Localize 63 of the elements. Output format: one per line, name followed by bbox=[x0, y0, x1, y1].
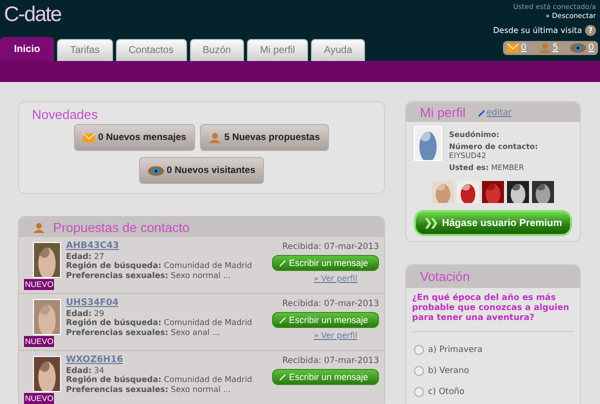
new-badge: NUEVO bbox=[24, 279, 54, 290]
age-text: Edad: 34 bbox=[66, 366, 106, 375]
nav-tab[interactable]: Mi perfil bbox=[246, 39, 308, 61]
person-icon bbox=[538, 43, 551, 53]
profile-name-link[interactable]: UHS34F04 bbox=[66, 299, 272, 308]
option-label[interactable]: a) Primavera bbox=[428, 345, 483, 355]
received-date: Recibida: 07-mar-2013 bbox=[282, 356, 379, 366]
new-badge: NUEVO bbox=[24, 393, 54, 404]
write-message-button[interactable]: Escribir un mensaje bbox=[272, 312, 379, 328]
person-icon bbox=[33, 222, 45, 232]
premium-button[interactable]: ❯❯ Hágase usuario Premium bbox=[414, 210, 572, 236]
pencil-icon bbox=[279, 373, 287, 381]
pencil-icon bbox=[279, 316, 287, 324]
view-profile-link[interactable]: » Ver perfil bbox=[314, 274, 358, 283]
eye-icon bbox=[570, 43, 586, 53]
preferences-text: Preferencias sexuales: Sexo anal ... bbox=[66, 328, 221, 337]
eye-icon bbox=[148, 166, 164, 176]
radio-button[interactable] bbox=[414, 345, 424, 355]
option-label[interactable]: b) Verano bbox=[428, 366, 470, 376]
new-badge: NUEVO bbox=[24, 336, 54, 347]
preferences-text: Preferencias sexuales: Sexo normal ... bbox=[66, 270, 232, 280]
chevron-icon: ❯❯ bbox=[424, 217, 436, 229]
counter-link[interactable]: 0 bbox=[588, 43, 594, 53]
radio-button[interactable] bbox=[414, 366, 424, 376]
nav-tab[interactable]: Buzón bbox=[190, 39, 244, 61]
logo[interactable]: C-date bbox=[2, 0, 62, 36]
news-button[interactable]: 0 Nuevos mensajes bbox=[74, 124, 196, 151]
poll-question: ¿En qué época del año es más probable que conozcas a alguien para tener una aventura? bbox=[412, 293, 574, 332]
profile-name-link[interactable]: WXOZ6H16 bbox=[66, 356, 272, 366]
nav-tab[interactable]: Inicio bbox=[0, 37, 54, 61]
panel-title: Votación bbox=[420, 269, 470, 284]
profile-name-link[interactable]: AHB43C43 bbox=[66, 242, 272, 252]
person-icon bbox=[209, 132, 222, 142]
news-button[interactable]: 0 Nuevos visitantes bbox=[138, 157, 264, 184]
envelope-icon bbox=[83, 132, 96, 142]
counter-link[interactable]: 5 bbox=[552, 43, 558, 53]
region-text: Región de búsqueda: Comunidad de Madrid bbox=[66, 261, 254, 270]
panel-title: Novedades bbox=[32, 107, 99, 122]
age-text: Edad: 27 bbox=[66, 252, 106, 261]
nav-tab[interactable]: Ayuda bbox=[310, 39, 366, 61]
received-date: Recibida: 07-mar-2013 bbox=[282, 242, 379, 252]
envelope-icon bbox=[506, 43, 519, 53]
nav-tab[interactable]: Contactos bbox=[116, 39, 187, 61]
region-text: Región de búsqueda: Comunidad de Madrid bbox=[66, 375, 254, 384]
preferences-text: Preferencias sexuales: Sexo normal ... bbox=[66, 384, 232, 394]
radio-button[interactable] bbox=[414, 387, 424, 397]
panel-title: Propuestas de contacto bbox=[53, 220, 190, 235]
age-text: Edad: 29 bbox=[66, 308, 106, 318]
news-button[interactable]: 5 Nuevas propuestas bbox=[200, 124, 329, 151]
pencil-icon bbox=[279, 259, 287, 267]
edit-link[interactable]: editar bbox=[478, 108, 512, 118]
pencil-icon bbox=[478, 108, 486, 116]
help-icon[interactable]: ? bbox=[585, 25, 596, 36]
counter-link[interactable]: 0 bbox=[520, 43, 527, 53]
received-date: Recibida: 07-mar-2013 bbox=[282, 299, 379, 309]
panel-title: Mi perfil bbox=[420, 105, 466, 120]
nav-tab[interactable]: Tarifas bbox=[57, 39, 113, 61]
view-profile-link[interactable]: » Ver perfil bbox=[314, 331, 358, 340]
option-label[interactable]: c) Otoño bbox=[428, 387, 465, 397]
write-message-button[interactable]: Escribir un mensaje bbox=[272, 369, 379, 385]
write-message-button[interactable]: Escribir un mensaje bbox=[272, 255, 379, 271]
since-label: Desde su última visita bbox=[493, 26, 582, 35]
region-text: Región de búsqueda: Comunidad de Madrid bbox=[66, 318, 254, 328]
